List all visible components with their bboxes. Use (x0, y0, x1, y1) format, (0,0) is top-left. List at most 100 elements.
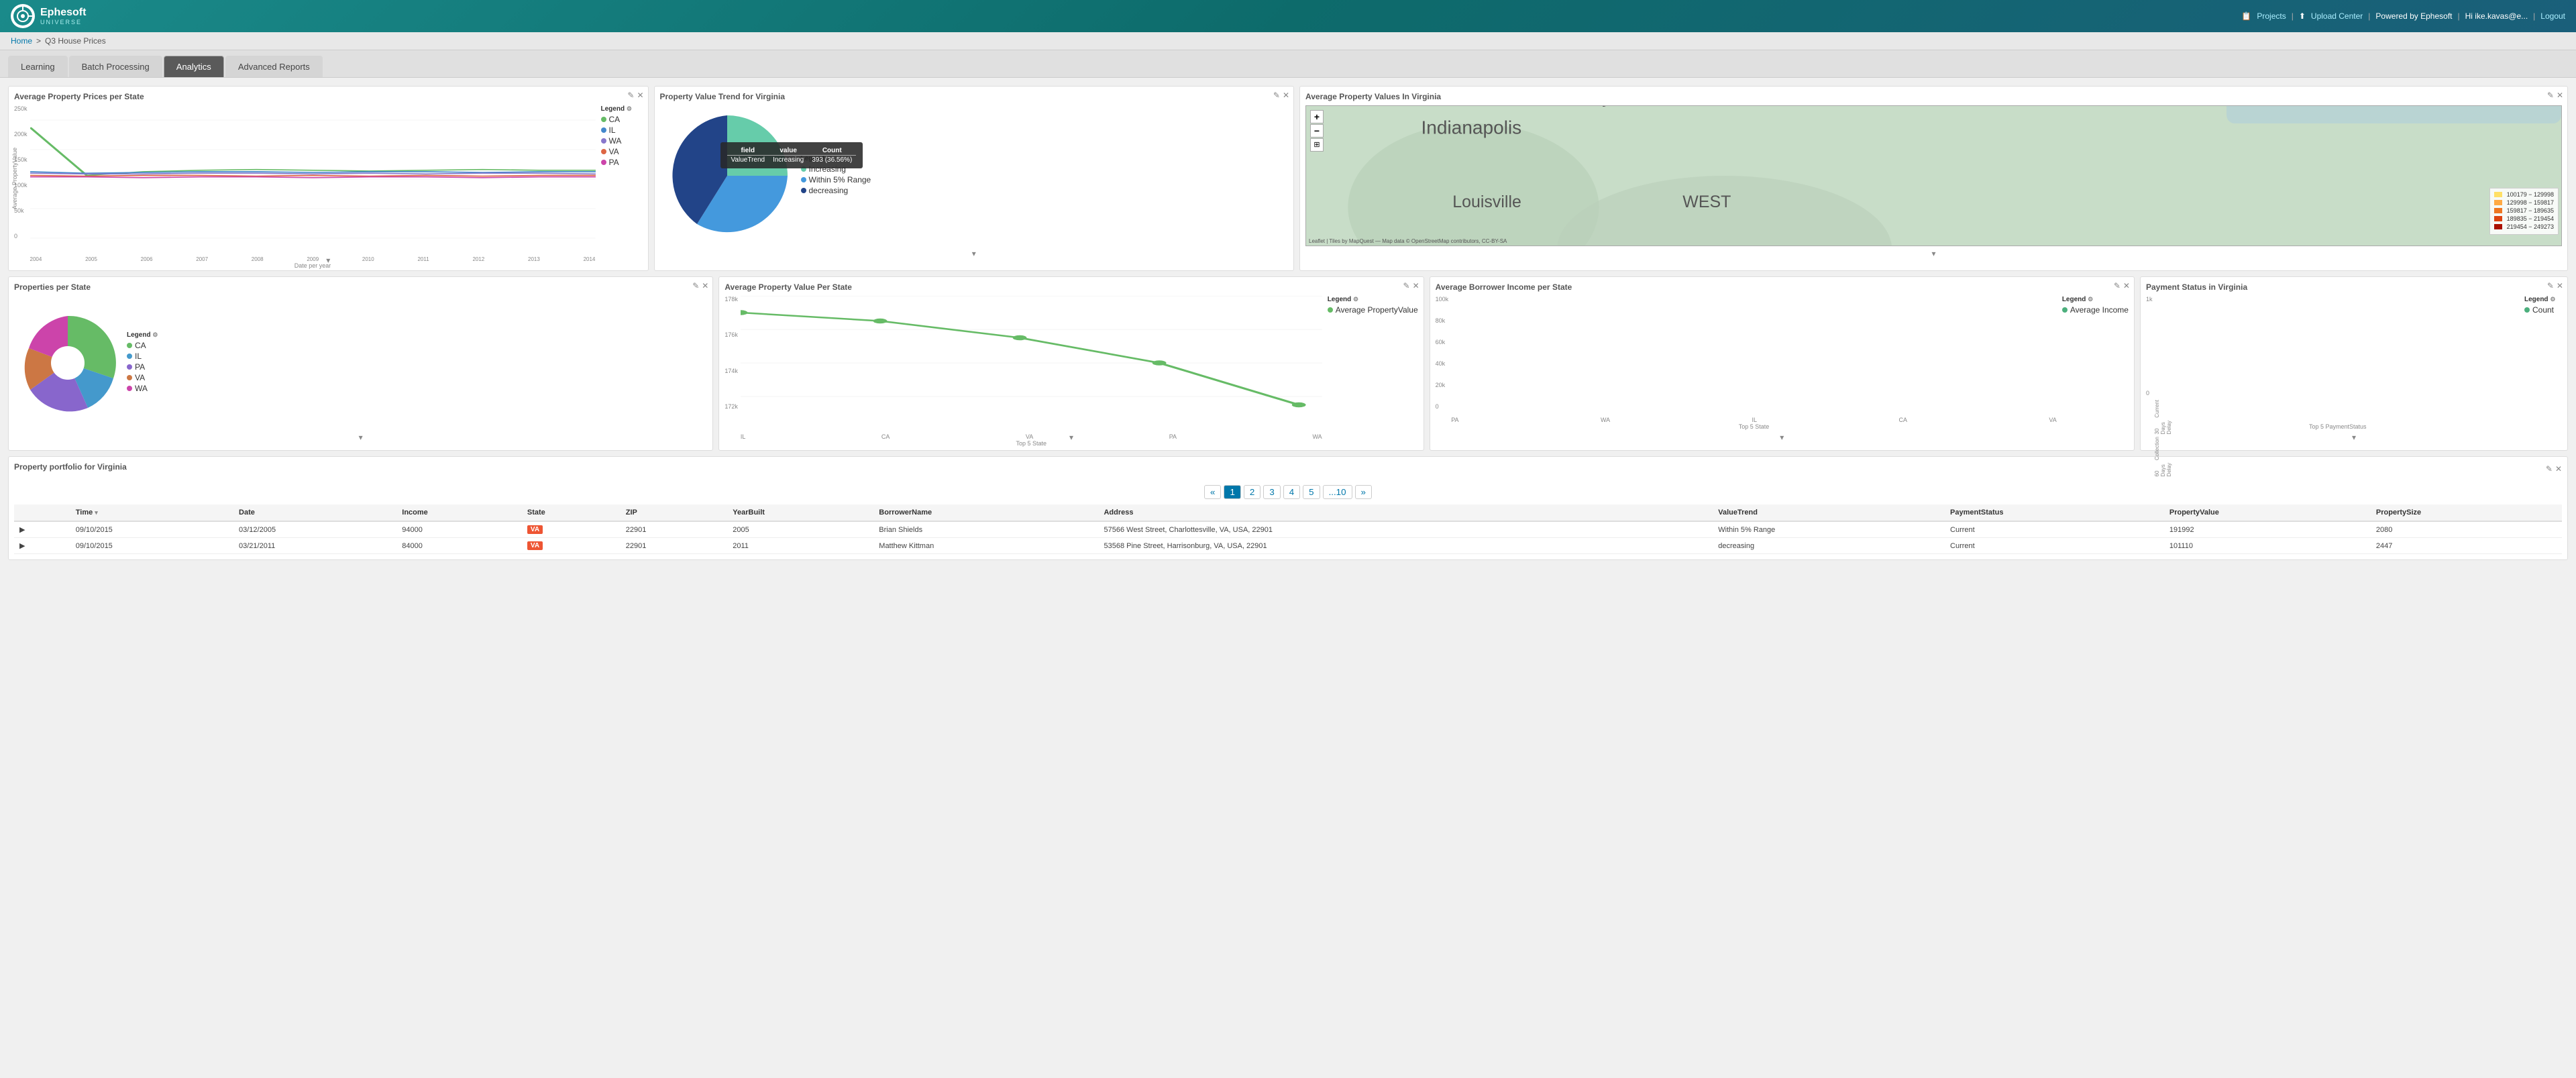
upload-icon: ⬆ (2299, 11, 2306, 21)
page-2[interactable]: 2 (1244, 485, 1260, 499)
collapse-properties-state-btn[interactable]: ▾ (359, 433, 363, 442)
x-axis-value-labels: IL CA VA PA WA (741, 432, 1322, 440)
row-zip-1: 22901 (621, 521, 728, 538)
table-row: ▶ 09/10/2015 03/21/2011 84000 VA 22901 2… (14, 538, 2562, 554)
page-5[interactable]: 5 (1303, 485, 1320, 499)
portfolio-edit[interactable]: ✎ (2546, 464, 2553, 474)
row-address-2: 53568 Pine Street, Harrisonburg, VA, USA… (1098, 538, 1713, 554)
page-next[interactable]: » (1355, 485, 1372, 499)
row-propertysize-2: 2447 (2371, 538, 2562, 554)
map-layer-btn[interactable]: ⊞ (1310, 138, 1324, 152)
widget-avg-price-controls: ✎ ✕ (627, 91, 643, 100)
col-borrowername[interactable]: BorrowerName (873, 504, 1098, 521)
row-expand-2[interactable]: ▶ (14, 538, 70, 554)
svg-text:Indianapolis: Indianapolis (1421, 117, 1522, 138)
widget-avg-price-edit[interactable]: ✎ (627, 91, 634, 100)
powered-by-text: Powered by Ephesoft (2375, 11, 2452, 21)
row-time-1: 09/10/2015 (70, 521, 233, 538)
upload-center-link[interactable]: Upload Center (2311, 11, 2363, 21)
row-time-2: 09/10/2015 (70, 538, 233, 554)
x-axis-value-title: Top 5 State (741, 440, 1322, 447)
widget-properties-state-close[interactable]: ✕ (702, 281, 708, 290)
widget-property-trend-close[interactable]: ✕ (1283, 91, 1289, 100)
col-yearbuilt[interactable]: YearBuilt (727, 504, 873, 521)
widget-borrower-income-title: Average Borrower Income per State (1436, 282, 2129, 292)
bar-chart-income-container: 100k 80k 60k 40k 20k 0 (1436, 296, 2129, 430)
widget-properties-state: Properties per State ✎ ✕ (8, 276, 713, 451)
svg-text:WEST: WEST (1682, 193, 1731, 211)
row-borrower-2: Matthew Kittman (873, 538, 1098, 554)
tab-analytics[interactable]: Analytics (164, 56, 224, 77)
table-row: ▶ 09/10/2015 03/12/2005 94000 VA 22901 2… (14, 521, 2562, 538)
map-container[interactable]: Indianapolis Dayton Louisville Evansvill… (1305, 105, 2562, 246)
legend-borrower-income: Legend ⚙ Average Income (2057, 296, 2129, 430)
pie-tooltip: fieldvalueCount ValueTrendIncreasing393 … (720, 142, 863, 168)
header-right: 📋 Projects | ⬆ Upload Center | Powered b… (2241, 11, 2565, 21)
logo-text-block: Ephesoft UNIVERSE (40, 7, 86, 25)
logout-link[interactable]: Logout (2540, 11, 2565, 21)
breadcrumb-home[interactable]: Home (11, 36, 32, 46)
line-chart-value-area: IL CA VA PA WA Top 5 State (741, 296, 1322, 430)
breadcrumb-separator: > (36, 36, 41, 46)
line-chart-svg (30, 105, 596, 253)
tab-advanced-reports[interactable]: Advanced Reports (225, 56, 323, 77)
tab-batch-processing[interactable]: Batch Processing (69, 56, 162, 77)
pie-properties-svg (14, 309, 121, 417)
legend-payment-status: Legend ⚙ Count (2522, 296, 2562, 430)
widget-borrower-income-close[interactable]: ✕ (2123, 281, 2130, 290)
line-chart-value-container: 178k 176k 174k 172k (724, 296, 1417, 430)
row-date-2: 03/21/2011 (233, 538, 396, 554)
collapse-property-trend-btn[interactable]: ▾ (972, 249, 976, 258)
projects-link[interactable]: Projects (2257, 11, 2286, 21)
portfolio-close[interactable]: ✕ (2555, 464, 2562, 474)
line-chart-container: 250k 200k 150k 100k 50k 0 (14, 105, 643, 253)
col-expand (14, 504, 70, 521)
row-propertyvalue-2: 101110 (2164, 538, 2371, 554)
col-income[interactable]: Income (396, 504, 522, 521)
portfolio-table-container[interactable]: Time ▾ Date Income State ZIP YearBuilt B… (14, 504, 2562, 554)
map-zoom-out[interactable]: − (1310, 124, 1324, 138)
widget-payment-status-close[interactable]: ✕ (2557, 281, 2563, 290)
widget-avg-value-close[interactable]: ✕ (1413, 281, 1419, 290)
bar-chart-income-area: PA WA IL CA VA Top 5 State (1451, 296, 2057, 430)
page-1[interactable]: 1 (1224, 485, 1240, 499)
row-expand-1[interactable]: ▶ (14, 521, 70, 538)
widget-borrower-income-edit[interactable]: ✎ (2114, 281, 2121, 290)
col-propertysize[interactable]: PropertySize (2371, 504, 2562, 521)
y-tick-payment-1k: 1k (2146, 296, 2153, 303)
col-propertyvalue[interactable]: PropertyValue (2164, 504, 2371, 521)
widget-properties-state-edit[interactable]: ✎ (692, 281, 699, 290)
widget-property-trend-edit[interactable]: ✎ (1273, 91, 1280, 100)
widget-payment-status-title: Payment Status in Virginia (2146, 282, 2562, 292)
row-borrower-1: Brian Shields (873, 521, 1098, 538)
col-time[interactable]: Time ▾ (70, 504, 233, 521)
x-axis-title: Date per year (30, 262, 596, 269)
collapse-map-btn[interactable]: ▾ (1931, 249, 1935, 258)
col-valuetrend[interactable]: ValueTrend (1713, 504, 1945, 521)
collapse-borrower-income-btn[interactable]: ▾ (1780, 433, 1784, 442)
widget-avg-price-close[interactable]: ✕ (637, 91, 643, 100)
y-axis-value: 178k 176k 174k 172k (724, 296, 741, 430)
col-paymentstatus[interactable]: PaymentStatus (1945, 504, 2164, 521)
col-date[interactable]: Date (233, 504, 396, 521)
page-4[interactable]: 4 (1283, 485, 1300, 499)
legend-avg-price: Legend ⚙ CA IL WA VA PA (596, 105, 643, 253)
row-state-2: VA (522, 538, 621, 554)
page-prev[interactable]: « (1204, 485, 1221, 499)
col-address[interactable]: Address (1098, 504, 1713, 521)
logo-icon (11, 4, 35, 28)
row-zip-2: 22901 (621, 538, 728, 554)
page-3[interactable]: 3 (1263, 485, 1280, 499)
widget-avg-value-edit[interactable]: ✎ (1403, 281, 1410, 290)
col-zip[interactable]: ZIP (621, 504, 728, 521)
widget-payment-status-edit[interactable]: ✎ (2547, 281, 2554, 290)
widget-properties-state-title: Properties per State (14, 282, 707, 292)
map-zoom-in[interactable]: + (1310, 110, 1324, 123)
svg-text:Dayton: Dayton (1578, 106, 1638, 107)
row-propertysize-1: 2080 (2371, 521, 2562, 538)
col-state[interactable]: State (522, 504, 621, 521)
page-10[interactable]: ...10 (1323, 485, 1352, 499)
tab-learning[interactable]: Learning (8, 56, 68, 77)
widget-map-close[interactable]: ✕ (2557, 91, 2563, 100)
widget-map-edit[interactable]: ✎ (2547, 91, 2554, 100)
